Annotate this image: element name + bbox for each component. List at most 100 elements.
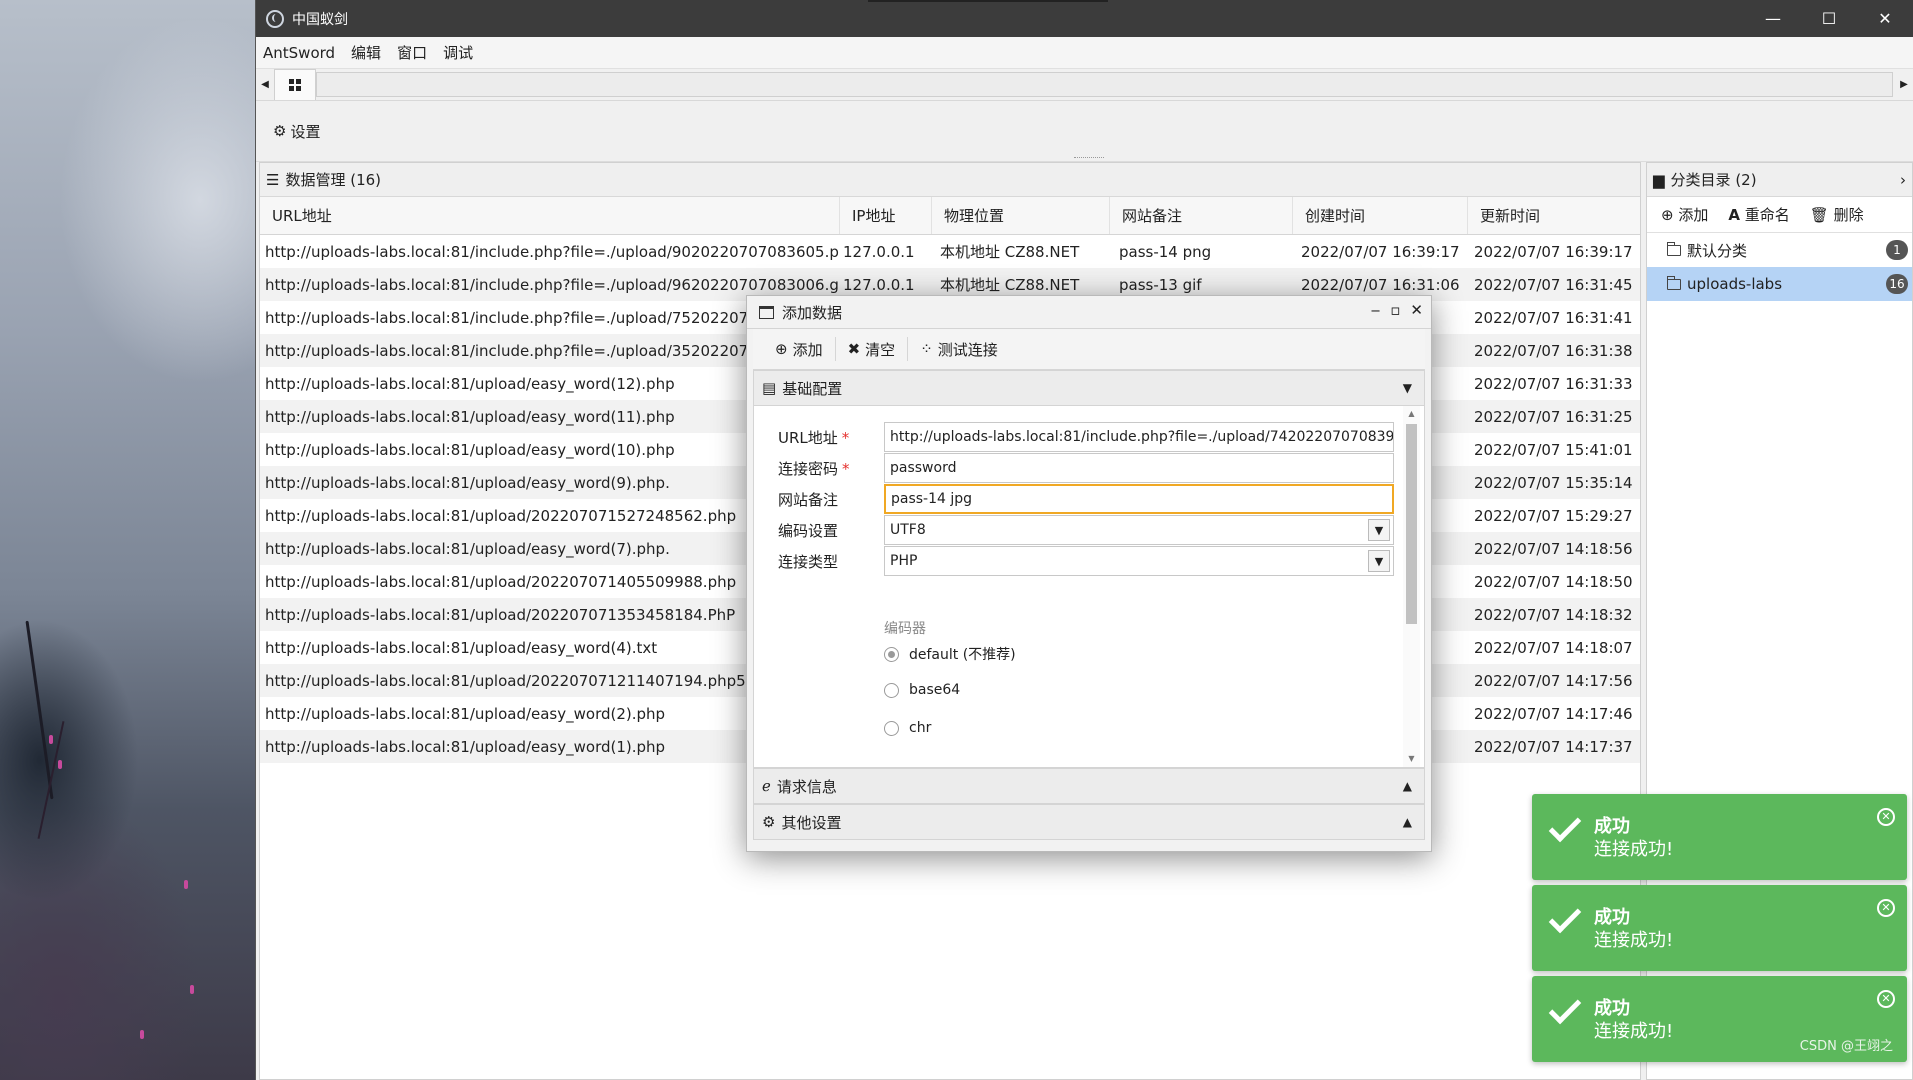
- cell-updated: 2022/07/07 15:35:14: [1474, 473, 1633, 492]
- menu-bar: AntSword 编辑 窗口 调试: [256, 37, 1913, 69]
- encoding-select[interactable]: UTF8 ▼: [884, 515, 1394, 545]
- dialog-title-bar[interactable]: 添加数据 ‒ ▫ ✕: [747, 296, 1431, 329]
- antsword-logo-icon: [266, 9, 284, 28]
- cell-updated: 2022/07/07 14:18:50: [1474, 572, 1633, 591]
- category-toolbar: ⊕ 添加 A 重命名 🗑 删除: [1647, 197, 1912, 233]
- dialog-add-label: 添加: [792, 340, 823, 359]
- column-updated[interactable]: 更新时间: [1468, 197, 1638, 234]
- radio-button[interactable]: [884, 682, 899, 698]
- dialog-add-button[interactable]: ⊕ 添加: [763, 337, 836, 361]
- category-rename-button[interactable]: A 重命名: [1728, 204, 1789, 225]
- folder-icon: ▆: [1653, 170, 1665, 189]
- wallpaper-petal: [58, 760, 62, 769]
- cell-url: http://uploads-labs.local:81/include.php…: [265, 242, 840, 261]
- title-bar[interactable]: 中国蚁剑 — ☐ ✕: [256, 0, 1913, 37]
- section-other-label: 其他设置: [781, 813, 842, 832]
- maximize-button[interactable]: ☐: [1801, 0, 1857, 37]
- menu-antsword[interactable]: AntSword: [263, 44, 335, 62]
- wallpaper-petal: [184, 880, 188, 889]
- tab-home[interactable]: [274, 69, 316, 100]
- menu-edit[interactable]: 编辑: [351, 42, 381, 63]
- category-item-uploads-labs[interactable]: uploads-labs 16: [1647, 267, 1912, 301]
- column-location[interactable]: 物理位置: [932, 197, 1110, 234]
- column-created[interactable]: 创建时间: [1293, 197, 1468, 234]
- category-rename-label: 重命名: [1744, 206, 1790, 224]
- dialog-close-icon[interactable]: ✕: [1410, 301, 1423, 319]
- settings-button[interactable]: ⚙ 设置: [273, 121, 320, 142]
- password-input[interactable]: password: [884, 453, 1394, 483]
- form-scrollbar[interactable]: ▲ ▼: [1403, 406, 1420, 767]
- section-request-info[interactable]: ℯ 请求信息 ▲: [753, 768, 1425, 804]
- chevron-right-icon[interactable]: ›: [1900, 171, 1906, 189]
- chevron-down-icon[interactable]: ▼: [1368, 519, 1390, 541]
- type-row: 连接类型 PHP ▼: [754, 546, 1394, 576]
- type-select[interactable]: PHP ▼: [884, 546, 1394, 576]
- close-icon[interactable]: ✕: [1877, 990, 1895, 1008]
- scroll-up-icon[interactable]: ▲: [1403, 406, 1420, 422]
- section-basic-config[interactable]: ▤ 基础配置 ▼: [753, 370, 1425, 406]
- radio-button[interactable]: [884, 720, 899, 736]
- encoder-option-label: default (不推荐): [909, 647, 1016, 663]
- close-icon[interactable]: ✕: [1877, 808, 1895, 826]
- note-input[interactable]: pass-14 jpg: [884, 484, 1394, 514]
- browser-icon: ℯ: [762, 777, 771, 795]
- password-label-text: 连接密码: [778, 459, 839, 478]
- tab-scroll-left-icon[interactable]: ◀: [256, 79, 274, 90]
- cell-updated: 2022/07/07 14:18:07: [1474, 638, 1633, 657]
- encoder-option-default[interactable]: default (不推荐): [884, 644, 1016, 664]
- column-ip[interactable]: IP地址: [840, 197, 932, 234]
- category-delete-button[interactable]: 🗑 删除: [1810, 204, 1864, 225]
- cell-created: 2022/07/07 16:31:06: [1301, 275, 1460, 294]
- note-row: 网站备注 pass-14 jpg: [754, 484, 1394, 514]
- chevron-down-icon[interactable]: ▼: [1368, 550, 1390, 572]
- close-icon[interactable]: ✕: [1877, 899, 1895, 917]
- category-item-default[interactable]: 默认分类 1: [1647, 233, 1912, 267]
- plus-circle-icon: ⊕: [1661, 206, 1674, 224]
- dialog-test-connection-button[interactable]: ⁘ 测试连接: [908, 337, 1010, 361]
- minimize-button[interactable]: —: [1745, 0, 1801, 37]
- close-button[interactable]: ✕: [1857, 0, 1913, 37]
- dialog-clear-label: 清空: [865, 340, 896, 359]
- menu-window[interactable]: 窗口: [397, 42, 427, 63]
- trash-icon: 🗑: [1809, 206, 1829, 224]
- check-icon: [1548, 809, 1582, 843]
- cell-updated: 2022/07/07 14:18:56: [1474, 539, 1633, 558]
- section-other-settings[interactable]: ⚙ 其他设置 ▲: [753, 804, 1425, 840]
- radio-button[interactable]: [884, 646, 899, 662]
- cell-updated: 2022/07/07 14:18:32: [1474, 605, 1633, 624]
- required-marker: *: [841, 428, 850, 447]
- table-row[interactable]: http://uploads-labs.local:81/include.php…: [260, 235, 1640, 268]
- category-add-label: 添加: [1678, 206, 1709, 224]
- add-data-dialog: 添加数据 ‒ ▫ ✕ ⊕ 添加 ✖ 清空 ⁘ 测试连接 ▤ 基础配置 ▼ URL地址 *…: [746, 295, 1432, 852]
- column-url[interactable]: URL地址: [260, 197, 840, 234]
- cell-updated: 2022/07/07 14:17:56: [1474, 671, 1633, 690]
- scroll-thumb[interactable]: [1406, 424, 1417, 624]
- cell-created: 2022/07/07 16:39:17: [1301, 242, 1460, 261]
- category-delete-label: 删除: [1833, 206, 1864, 224]
- url-input[interactable]: http://uploads-labs.local:81/include.php…: [884, 422, 1394, 452]
- scroll-down-icon[interactable]: ▼: [1403, 751, 1420, 767]
- dialog-maximize-icon[interactable]: ▫: [1390, 301, 1400, 319]
- cell-updated: 2022/07/07 16:31:41: [1474, 308, 1633, 327]
- basic-config-form: URL地址 * http://uploads-labs.local:81/incl…: [753, 406, 1425, 768]
- success-toast: 成功 连接成功! ✕: [1532, 794, 1907, 880]
- category-add-button[interactable]: ⊕ 添加: [1661, 204, 1708, 225]
- encoder-option-base64[interactable]: base64: [884, 682, 960, 698]
- tab-bar: ◀ ▶: [256, 69, 1913, 101]
- resize-grip[interactable]: [1074, 157, 1104, 159]
- cell-ip: 127.0.0.1: [843, 275, 915, 294]
- dialog-minimize-icon[interactable]: ‒: [1371, 301, 1381, 319]
- cell-updated: 2022/07/07 14:17:46: [1474, 704, 1633, 723]
- section-basic-label: 基础配置: [782, 379, 843, 398]
- column-note[interactable]: 网站备注: [1110, 197, 1293, 234]
- cell-updated: 2022/07/07 16:31:33: [1474, 374, 1633, 393]
- category-panel-header: ▆ 分类目录 (2) ›: [1647, 163, 1912, 197]
- type-label: 连接类型: [778, 552, 839, 571]
- dialog-controls: ‒ ▫ ✕: [1371, 301, 1423, 319]
- encoder-option-chr[interactable]: chr: [884, 720, 931, 736]
- menu-debug[interactable]: 调试: [443, 42, 473, 63]
- dialog-clear-button[interactable]: ✖ 清空: [836, 337, 909, 361]
- tab-scroll-right-icon[interactable]: ▶: [1895, 79, 1913, 90]
- check-icon: [1548, 991, 1582, 1025]
- category-panel-title: 分类目录 (2): [1670, 171, 1757, 189]
